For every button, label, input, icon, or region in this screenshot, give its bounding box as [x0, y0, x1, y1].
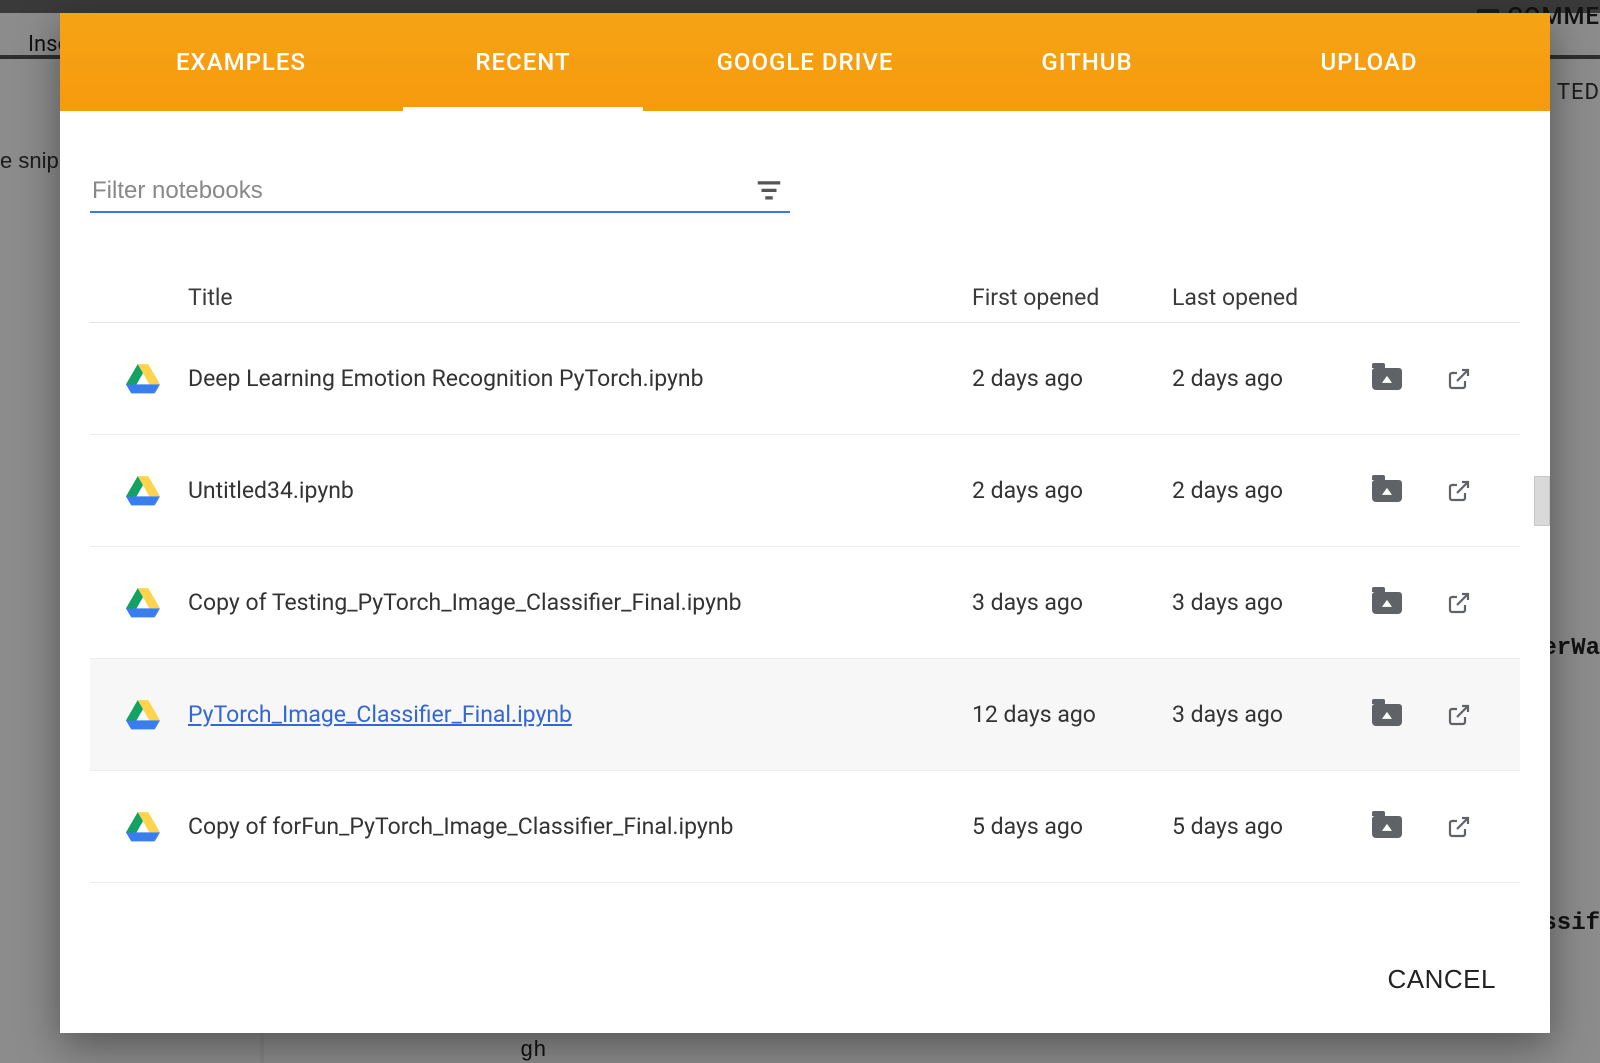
open-new-tab-icon[interactable]	[1442, 589, 1476, 617]
open-in-drive-icon[interactable]	[1372, 704, 1402, 726]
column-header-first-opened[interactable]: First opened	[972, 284, 1172, 311]
open-notebook-dialog: EXAMPLES RECENT GOOGLE DRIVE GITHUB UPLO…	[60, 13, 1550, 1033]
first-opened: 12 days ago	[972, 701, 1172, 728]
drive-icon	[98, 700, 188, 730]
drive-icon	[98, 588, 188, 618]
open-new-tab-icon[interactable]	[1442, 813, 1476, 841]
dialog-footer: CANCEL	[1374, 954, 1510, 1005]
table-row[interactable]: Deep Learning Emotion Recognition PyTorc…	[90, 323, 1520, 435]
tab-examples[interactable]: EXAMPLES	[100, 13, 382, 111]
last-opened: 2 days ago	[1172, 477, 1372, 504]
notebook-title: Untitled34.ipynb	[188, 477, 972, 504]
table-row[interactable]: PyTorch_Image_Classifier_Final.ipynb 12 …	[90, 659, 1520, 771]
dialog-body: Title First opened Last opened Deep Lear…	[60, 111, 1550, 1033]
drive-icon	[98, 812, 188, 842]
filter-icon[interactable]	[748, 175, 790, 209]
column-header-last-opened[interactable]: Last opened	[1172, 284, 1372, 311]
first-opened: 2 days ago	[972, 365, 1172, 392]
tab-google-drive[interactable]: GOOGLE DRIVE	[664, 13, 946, 111]
tab-label: GITHUB	[1041, 48, 1132, 76]
scrollbar-thumb[interactable]	[1534, 476, 1550, 526]
open-new-tab-icon[interactable]	[1442, 701, 1476, 729]
open-in-drive-icon[interactable]	[1372, 816, 1402, 838]
first-opened: 3 days ago	[972, 589, 1172, 616]
tab-github[interactable]: GITHUB	[946, 13, 1228, 111]
tab-upload[interactable]: UPLOAD	[1228, 13, 1510, 111]
notebook-title: Deep Learning Emotion Recognition PyTorc…	[188, 365, 972, 392]
drive-icon	[98, 364, 188, 394]
last-opened: 5 days ago	[1172, 813, 1372, 840]
last-opened: 3 days ago	[1172, 701, 1372, 728]
tab-label: GOOGLE DRIVE	[717, 48, 894, 76]
table-row[interactable]: Copy of Testing_PyTorch_Image_Classifier…	[90, 547, 1520, 659]
tab-label: EXAMPLES	[176, 48, 306, 76]
cancel-button[interactable]: CANCEL	[1374, 954, 1510, 1005]
column-header-title[interactable]: Title	[188, 284, 972, 311]
open-new-tab-icon[interactable]	[1442, 477, 1476, 505]
tab-recent[interactable]: RECENT	[382, 13, 664, 111]
first-opened: 5 days ago	[972, 813, 1172, 840]
open-in-drive-icon[interactable]	[1372, 592, 1402, 614]
open-new-tab-icon[interactable]	[1442, 365, 1476, 393]
drive-icon	[98, 476, 188, 506]
open-in-drive-icon[interactable]	[1372, 368, 1402, 390]
filter-row	[90, 171, 1520, 213]
tab-label: UPLOAD	[1320, 48, 1417, 76]
last-opened: 3 days ago	[1172, 589, 1372, 616]
notebook-title: Copy of Testing_PyTorch_Image_Classifier…	[188, 589, 972, 616]
last-opened: 2 days ago	[1172, 365, 1372, 392]
tab-label: RECENT	[475, 48, 570, 76]
first-opened: 2 days ago	[972, 477, 1172, 504]
table-header: Title First opened Last opened	[90, 273, 1520, 323]
dialog-tabs: EXAMPLES RECENT GOOGLE DRIVE GITHUB UPLO…	[60, 13, 1550, 111]
notebook-title: PyTorch_Image_Classifier_Final.ipynb	[188, 701, 972, 728]
open-in-drive-icon[interactable]	[1372, 480, 1402, 502]
notebook-table: Title First opened Last opened Deep Lear…	[90, 273, 1520, 883]
filter-input[interactable]	[90, 171, 790, 213]
table-row[interactable]: Untitled34.ipynb 2 days ago 2 days ago	[90, 435, 1520, 547]
notebook-title: Copy of forFun_PyTorch_Image_Classifier_…	[188, 813, 972, 840]
table-row[interactable]: Copy of forFun_PyTorch_Image_Classifier_…	[90, 771, 1520, 883]
